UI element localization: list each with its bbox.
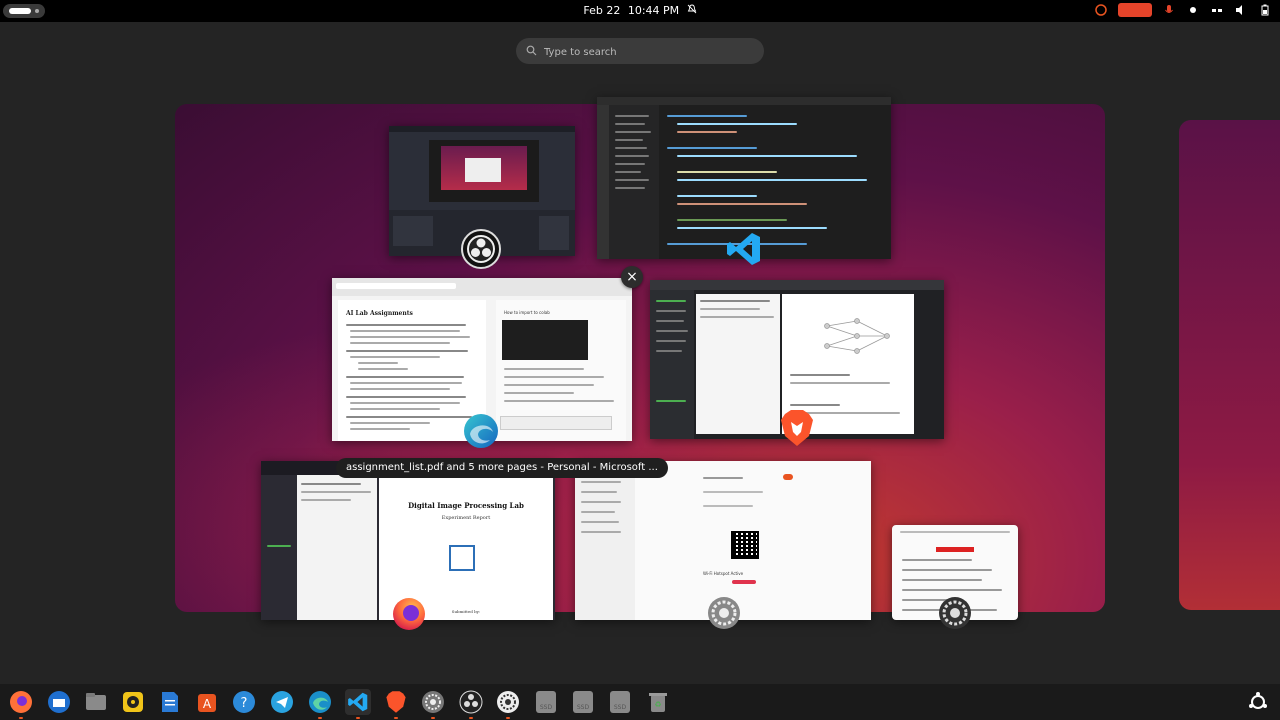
report-title: Digital Image Processing Lab bbox=[408, 501, 524, 510]
microphone-icon[interactable] bbox=[1162, 3, 1176, 17]
drive-icon: SSD bbox=[610, 691, 630, 713]
dock-obs[interactable] bbox=[458, 689, 484, 719]
pdf-heading: AI Lab Assignments bbox=[346, 310, 413, 317]
dock-trash[interactable]: ♻ bbox=[645, 689, 671, 715]
dock-help[interactable]: ? bbox=[231, 689, 257, 715]
ubuntu-logo-icon[interactable] bbox=[1094, 3, 1108, 17]
clock-date: Feb 22 bbox=[583, 4, 621, 17]
dock-firefox[interactable] bbox=[8, 689, 34, 719]
dock-vscode[interactable] bbox=[345, 689, 371, 719]
dock-telegram[interactable] bbox=[269, 689, 295, 715]
brave-icon bbox=[777, 408, 817, 448]
dock-thunderbird[interactable] bbox=[46, 689, 72, 715]
edge-icon bbox=[461, 411, 501, 451]
dock-app-center[interactable]: A bbox=[194, 689, 220, 715]
edge-icon bbox=[309, 691, 331, 713]
dock-show-apps[interactable] bbox=[1245, 689, 1271, 715]
settings-dark-icon bbox=[935, 593, 975, 633]
report-logo bbox=[449, 545, 475, 571]
window-title-tooltip: assignment_list.pdf and 5 more pages - P… bbox=[336, 458, 668, 478]
dock-ssd-3[interactable]: SSD bbox=[607, 689, 633, 715]
network-icon[interactable] bbox=[1210, 3, 1224, 17]
next-workspace-preview[interactable] bbox=[1179, 120, 1280, 610]
dock-settings-dark[interactable] bbox=[495, 689, 521, 719]
obs-icon bbox=[461, 229, 501, 269]
screen-recording-indicator[interactable] bbox=[1118, 3, 1152, 17]
dock-edge[interactable] bbox=[307, 689, 333, 719]
system-tray bbox=[1094, 3, 1272, 17]
drive-icon: SSD bbox=[536, 691, 556, 713]
firefox-icon bbox=[10, 691, 32, 713]
clock[interactable]: Feb 22 10:44 PM bbox=[0, 4, 1280, 17]
search-bar[interactable] bbox=[516, 38, 764, 64]
wifi-qr-code bbox=[731, 531, 759, 559]
help-icon: ? bbox=[233, 691, 255, 713]
dock-writer[interactable] bbox=[157, 689, 183, 715]
drive-icon: SSD bbox=[573, 691, 593, 713]
trash-icon: ♻ bbox=[649, 693, 667, 712]
rhythmbox-icon bbox=[123, 692, 143, 712]
battery-icon[interactable] bbox=[1258, 3, 1272, 17]
show-apps-icon bbox=[1249, 692, 1267, 709]
dock-files[interactable] bbox=[83, 689, 109, 715]
settings-icon bbox=[704, 593, 744, 633]
vscode-icon bbox=[724, 229, 764, 269]
svg-text:♻: ♻ bbox=[654, 700, 661, 709]
dock: A ? SSD SSD SSD ♻ bbox=[0, 684, 1280, 720]
dock-brave[interactable] bbox=[383, 689, 409, 719]
app-center-icon: A bbox=[198, 694, 216, 712]
search-input[interactable] bbox=[542, 41, 756, 63]
files-icon bbox=[86, 693, 106, 710]
brightness-icon[interactable] bbox=[1186, 3, 1200, 17]
dock-ssd-2[interactable]: SSD bbox=[570, 689, 596, 715]
dock-settings[interactable] bbox=[420, 689, 446, 719]
colab-section-title: How to import to colab bbox=[504, 310, 550, 315]
close-window-button[interactable]: × bbox=[621, 266, 643, 288]
volume-icon[interactable] bbox=[1234, 3, 1248, 17]
thunderbird-icon bbox=[48, 691, 70, 713]
svg-text:?: ? bbox=[241, 696, 248, 711]
dock-rhythmbox[interactable] bbox=[120, 689, 146, 715]
top-bar: Feb 22 10:44 PM bbox=[0, 0, 1280, 22]
obs-icon bbox=[459, 690, 483, 714]
dock-ssd-1[interactable]: SSD bbox=[533, 689, 559, 715]
clock-time: 10:44 PM bbox=[627, 4, 680, 17]
report-subtitle: Experiment Report bbox=[441, 515, 491, 521]
vscode-icon bbox=[348, 692, 368, 712]
wifi-hotspot-label: Wi-Fi Hotspot Active bbox=[702, 571, 744, 576]
svg-text:A: A bbox=[203, 697, 212, 711]
search-icon bbox=[526, 45, 537, 56]
notifications-muted-icon bbox=[687, 4, 697, 17]
writer-icon bbox=[162, 692, 178, 712]
settings-icon bbox=[422, 691, 444, 713]
brave-icon bbox=[386, 691, 406, 713]
settings-dark-icon bbox=[497, 691, 519, 713]
telegram-icon bbox=[271, 691, 293, 713]
firefox-icon bbox=[389, 593, 429, 633]
